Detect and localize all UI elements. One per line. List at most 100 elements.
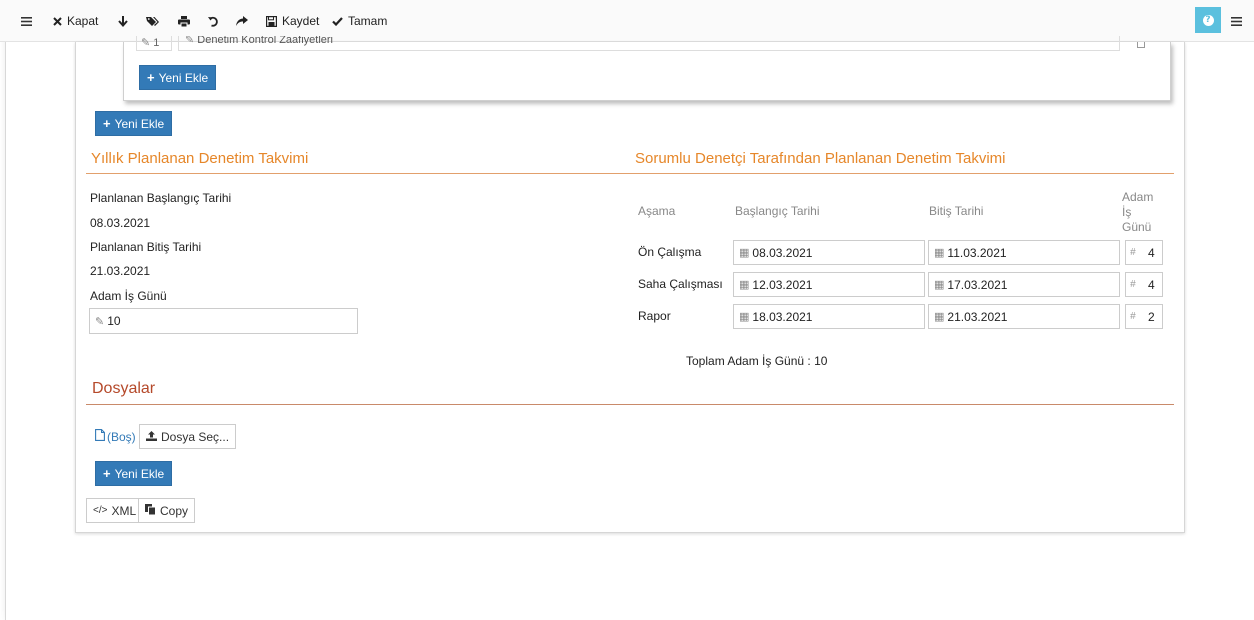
undo-button[interactable] xyxy=(208,13,219,29)
outer-add-button[interactable]: + Yeni Ekle xyxy=(95,111,173,136)
man-days-value: 10 xyxy=(107,314,121,328)
arrow-down-icon xyxy=(118,15,128,27)
undo-icon xyxy=(208,16,219,27)
kaydet-button[interactable]: Kaydet xyxy=(266,13,319,29)
yearly-section-title: Yıllık Planlanan Denetim Takvimi xyxy=(91,150,309,167)
calendar-icon: ▦ xyxy=(934,279,945,291)
calendar-icon: ▦ xyxy=(934,311,945,323)
empty-file-label: (Boş) xyxy=(107,429,136,444)
kapat-label: Kapat xyxy=(67,14,99,28)
stage-days-input[interactable]: # 4 xyxy=(1125,240,1163,265)
files-section-title: Dosyalar xyxy=(92,380,156,397)
planned-start-label: Planlanan Başlangıç Tarihi xyxy=(90,191,232,205)
form-panel: ✎ 1 ✎ Denetim Kontrol Zaafiyetleri + Yen… xyxy=(75,36,1185,533)
stage-start-value: 18.03.2021 xyxy=(752,309,813,324)
files-add-label: Yeni Ekle xyxy=(114,466,165,481)
stage-end-value: 11.03.2021 xyxy=(947,245,1007,260)
calendar-icon: ▦ xyxy=(739,311,750,323)
inner-add-button[interactable]: + Yeni Ekle xyxy=(139,65,217,90)
man-days-label: Adam İş Günü xyxy=(90,289,167,303)
item-value: Denetim Kontrol Zaafiyetleri xyxy=(197,36,334,46)
xml-button[interactable]: </> XML xyxy=(86,498,144,523)
stage-name: Saha Çalışması xyxy=(638,277,723,291)
code-icon: </> xyxy=(93,505,108,516)
stage-start-value: 12.03.2021 xyxy=(752,277,813,292)
planned-end-value: 21.03.2021 xyxy=(90,264,151,278)
empty-file-link[interactable]: (Boş) xyxy=(95,429,136,444)
redo-button[interactable] xyxy=(236,13,248,29)
stage-name: Ön Çalışma xyxy=(638,245,702,259)
copy-label: Copy xyxy=(160,503,189,518)
choose-file-label: Dosya Seç... xyxy=(161,429,230,444)
choose-file-button[interactable]: Dosya Seç... xyxy=(139,424,237,449)
copy-button[interactable]: Copy xyxy=(138,498,196,523)
order-value: 1 xyxy=(153,37,160,49)
download-button[interactable] xyxy=(118,13,128,29)
stage-start-input[interactable]: ▦ 18.03.2021 xyxy=(733,304,925,329)
close-icon xyxy=(53,16,62,26)
kaydet-label: Kaydet xyxy=(282,14,320,28)
planned-start-value: 08.03.2021 xyxy=(90,216,151,230)
tamam-label: Tamam xyxy=(348,14,388,28)
inner-add-label: Yeni Ekle xyxy=(158,70,209,85)
stage-days-input[interactable]: # 2 xyxy=(1125,304,1163,329)
plus-icon: + xyxy=(147,70,155,85)
stage-end-input[interactable]: ▦ 11.03.2021 xyxy=(928,240,1120,265)
col-header-days-line2: İş xyxy=(1122,205,1132,219)
save-icon xyxy=(266,15,277,27)
tags-button[interactable] xyxy=(146,13,159,29)
col-header-start: Başlangıç Tarihi xyxy=(735,204,820,218)
order-input[interactable]: ✎ 1 xyxy=(136,36,172,51)
print-button[interactable] xyxy=(178,13,190,29)
files-add-button[interactable]: + Yeni Ekle xyxy=(95,461,173,486)
copy-icon xyxy=(145,503,156,518)
planned-end-label: Planlanan Bitiş Tarihi xyxy=(90,240,202,254)
calendar-icon: ▦ xyxy=(739,279,750,291)
share-icon xyxy=(236,16,248,26)
menu-button[interactable] xyxy=(21,13,32,29)
hash-icon: # xyxy=(1130,247,1136,258)
stage-start-input[interactable]: ▦ 08.03.2021 xyxy=(733,240,925,265)
man-days-input[interactable]: ✎ 10 xyxy=(89,308,358,334)
hash-icon: # xyxy=(1130,279,1136,290)
plus-icon: + xyxy=(103,466,111,481)
stage-start-value: 08.03.2021 xyxy=(752,245,813,260)
stage-days-input[interactable]: # 4 xyxy=(1125,272,1163,297)
help-button[interactable]: ? xyxy=(1195,7,1221,33)
col-header-end: Bitiş Tarihi xyxy=(929,204,984,218)
calendar-icon: ▦ xyxy=(739,247,750,259)
stage-days-value: 4 xyxy=(1148,245,1155,260)
stage-end-value: 17.03.2021 xyxy=(947,277,1008,292)
file-icon xyxy=(95,429,105,444)
auditor-section-title: Sorumlu Denetçi Tarafından Planlanan Den… xyxy=(635,150,1006,167)
pencil-icon: ✎ xyxy=(95,315,105,328)
calendar-icon: ▦ xyxy=(934,247,945,259)
stage-days-value: 2 xyxy=(1148,309,1155,324)
tags-icon xyxy=(146,16,159,27)
hamburger-icon xyxy=(1231,16,1242,26)
item-input[interactable]: ✎ Denetim Kontrol Zaafiyetleri xyxy=(178,36,1120,51)
trash-icon[interactable] xyxy=(1137,42,1145,48)
stage-end-input[interactable]: ▦ 17.03.2021 xyxy=(928,272,1120,297)
upload-icon xyxy=(146,430,157,444)
pencil-icon: ✎ xyxy=(141,37,151,49)
right-menu-button[interactable] xyxy=(1231,13,1242,29)
col-header-days-line3: Günü xyxy=(1122,220,1152,234)
question-icon: ? xyxy=(1202,14,1214,26)
outer-add-label: Yeni Ekle xyxy=(114,116,165,131)
tamam-button[interactable]: Tamam xyxy=(332,13,387,29)
stage-days-value: 4 xyxy=(1148,277,1155,292)
stage-start-input[interactable]: ▦ 12.03.2021 xyxy=(733,272,925,297)
col-header-stage: Aşama xyxy=(638,204,676,218)
col-header-days: Adam İş Günü xyxy=(1122,190,1153,235)
stage-end-value: 21.03.2021 xyxy=(947,309,1008,324)
stage-name: Rapor xyxy=(638,309,671,323)
nested-list-card: ✎ 1 ✎ Denetim Kontrol Zaafiyetleri + Yen… xyxy=(123,36,1171,101)
hash-icon: # xyxy=(1130,311,1136,322)
section-divider xyxy=(86,173,1174,174)
kapat-button[interactable]: Kapat xyxy=(53,13,98,29)
hamburger-icon xyxy=(21,16,32,26)
stage-end-input[interactable]: ▦ 21.03.2021 xyxy=(928,304,1120,329)
total-man-days: Toplam Adam İş Günü : 10 xyxy=(686,354,828,368)
files-divider xyxy=(86,404,1174,405)
